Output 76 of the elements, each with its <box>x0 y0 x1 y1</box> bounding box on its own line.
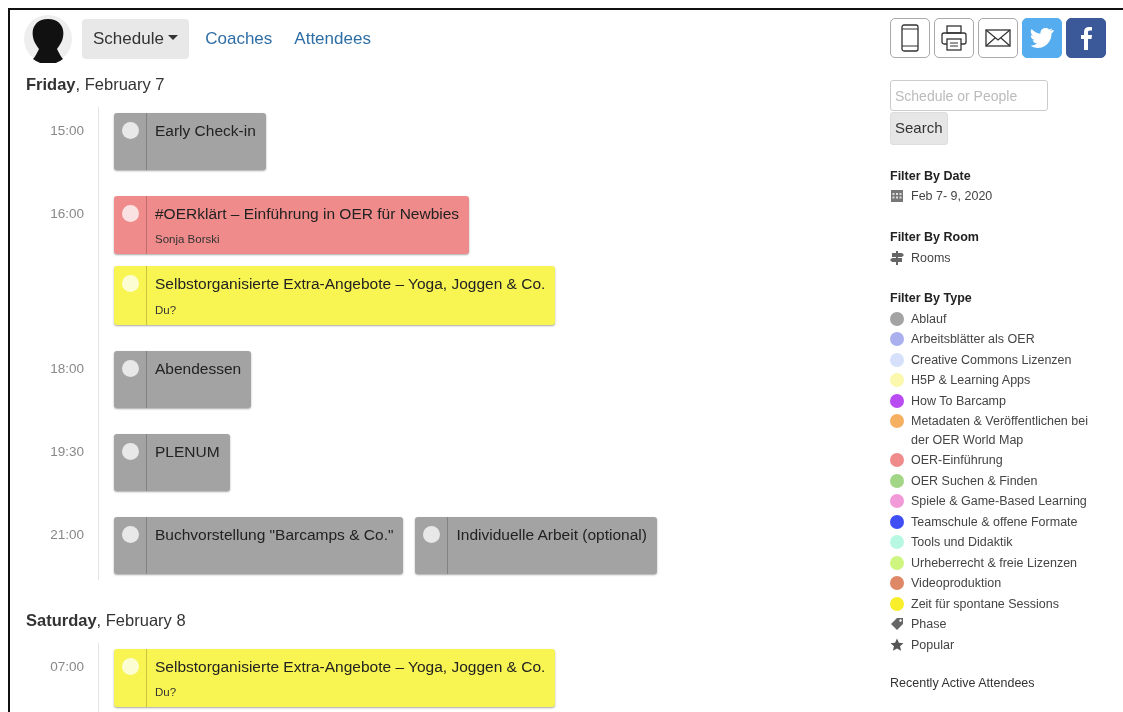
favorite-toggle[interactable] <box>422 525 440 543</box>
time-label: 07:00 <box>50 658 84 674</box>
day-heading: Saturday, February 8 <box>26 609 187 631</box>
type-filter[interactable]: Spiele & Game-Based Learning <box>890 492 1110 511</box>
time-label: 15:00 <box>50 122 84 138</box>
type-filter[interactable]: Creative Commons Lizenzen <box>890 350 1110 370</box>
session-title: #OERklärt – Einführung in OER für Newbies <box>155 203 460 224</box>
day-heading: Friday, February 7 <box>26 74 166 95</box>
filter-heading: Filter By Date <box>890 167 972 185</box>
share-button[interactable] <box>1066 18 1106 58</box>
date-filter[interactable]: Feb 7- 9, 2020 <box>890 187 1110 206</box>
session-title: Selbstorganisierte Extra-Angebote – Yoga, Joggen & Co. <box>155 274 546 295</box>
type-filter[interactable]: Ablauf <box>890 309 1110 329</box>
printer-icon <box>941 25 967 51</box>
calendar-icon <box>890 189 904 204</box>
session-card[interactable]: #OERklärt – Einführung in OER für Newbies Sonja Borski <box>114 195 470 255</box>
filter-heading: Filter By Type <box>890 290 973 307</box>
time-label: 21:00 <box>50 526 84 542</box>
session-speaker: Du? <box>155 302 178 318</box>
search-field[interactable]: Schedule or People <box>890 80 1048 111</box>
session-speaker: Du? <box>155 684 178 700</box>
type-filter[interactable]: Zeit für spontane Sessions <box>890 594 1110 614</box>
tag-icon <box>890 617 904 632</box>
favorite-toggle[interactable] <box>121 442 139 460</box>
type-filter[interactable]: Metadaten & Veröffentlichen bei der OER World Map <box>890 412 1110 450</box>
type-filter[interactable]: OER-Einführung <box>890 451 1110 470</box>
type-filter[interactable]: How To Barcamp <box>890 391 1110 411</box>
session-title: PLENUM <box>155 441 220 462</box>
session-card[interactable]: Individuelle Arbeit (optional) <box>415 516 657 574</box>
favorite-toggle[interactable] <box>121 525 139 543</box>
filter-heading: Filter By Room <box>890 228 980 246</box>
type-filter[interactable]: Arbeitsblätter als OER <box>890 330 1110 349</box>
search-button[interactable]: Search <box>890 112 948 145</box>
favorite-toggle[interactable] <box>121 359 139 377</box>
share-button[interactable] <box>978 18 1018 58</box>
type-filter[interactable]: Phase <box>890 615 1110 634</box>
favorite-toggle[interactable] <box>121 204 139 222</box>
star-icon <box>890 637 904 652</box>
session-title: Selbstorganisierte Extra-Angebote – Yoga, Joggen & Co. <box>155 656 546 677</box>
mail-icon <box>985 29 1011 47</box>
share-button[interactable] <box>890 18 930 58</box>
favorite-toggle[interactable] <box>121 121 139 139</box>
nav-link[interactable]: Coaches <box>199 26 279 52</box>
time-label: 16:00 <box>50 205 84 221</box>
favorite-toggle[interactable] <box>121 657 139 675</box>
type-filter[interactable]: Urheberrecht & freie Lizenzen <box>890 553 1110 573</box>
type-filter[interactable]: Tools und Didaktik <box>890 533 1110 552</box>
session-title: Buchvorstellung "Barcamps & Co." <box>155 524 394 545</box>
room-filter[interactable]: Rooms <box>890 248 1110 267</box>
share-button[interactable] <box>934 18 974 58</box>
session-title: Individuelle Arbeit (optional) <box>456 524 647 545</box>
signpost-icon <box>890 250 904 265</box>
type-filter[interactable]: Teamschule & offene Formate <box>890 512 1110 532</box>
phone-icon <box>901 24 919 52</box>
session-card[interactable]: Selbstorganisierte Extra-Angebote – Yoga, Joggen & Co. Du? <box>114 648 556 707</box>
nav-link[interactable]: Attendees <box>288 26 377 52</box>
session-speaker: Sonja Borski <box>155 232 221 247</box>
session-card[interactable]: Early Check-in <box>114 112 266 170</box>
type-filter[interactable]: Popular <box>890 635 1110 655</box>
avatar-icon <box>24 15 72 63</box>
type-filter[interactable]: OER Suchen & Finden <box>890 471 1110 491</box>
type-filter[interactable]: H5P & Learning Apps <box>890 371 1110 390</box>
bird-icon <box>1030 28 1054 48</box>
favorite-toggle[interactable] <box>121 275 139 293</box>
session-title: Early Check-in <box>155 120 256 141</box>
session-card[interactable]: Selbstorganisierte Extra-Angebote – Yoga, Joggen & Co. Du? <box>114 266 556 325</box>
session-card[interactable]: PLENUM <box>114 433 230 491</box>
section-heading: Recently Active Attendees <box>890 675 1036 693</box>
time-label: 19:30 <box>50 443 84 459</box>
nav-dropdown[interactable]: Schedule <box>82 19 190 59</box>
session-card[interactable]: Buchvorstellung "Barcamps & Co." <box>114 516 404 574</box>
f-letter-icon <box>1080 26 1092 50</box>
session-card[interactable]: Abendessen <box>114 350 252 408</box>
type-filter[interactable]: Videoproduktion <box>890 574 1110 593</box>
time-label: 18:00 <box>50 360 84 376</box>
session-title: Abendessen <box>155 358 242 379</box>
